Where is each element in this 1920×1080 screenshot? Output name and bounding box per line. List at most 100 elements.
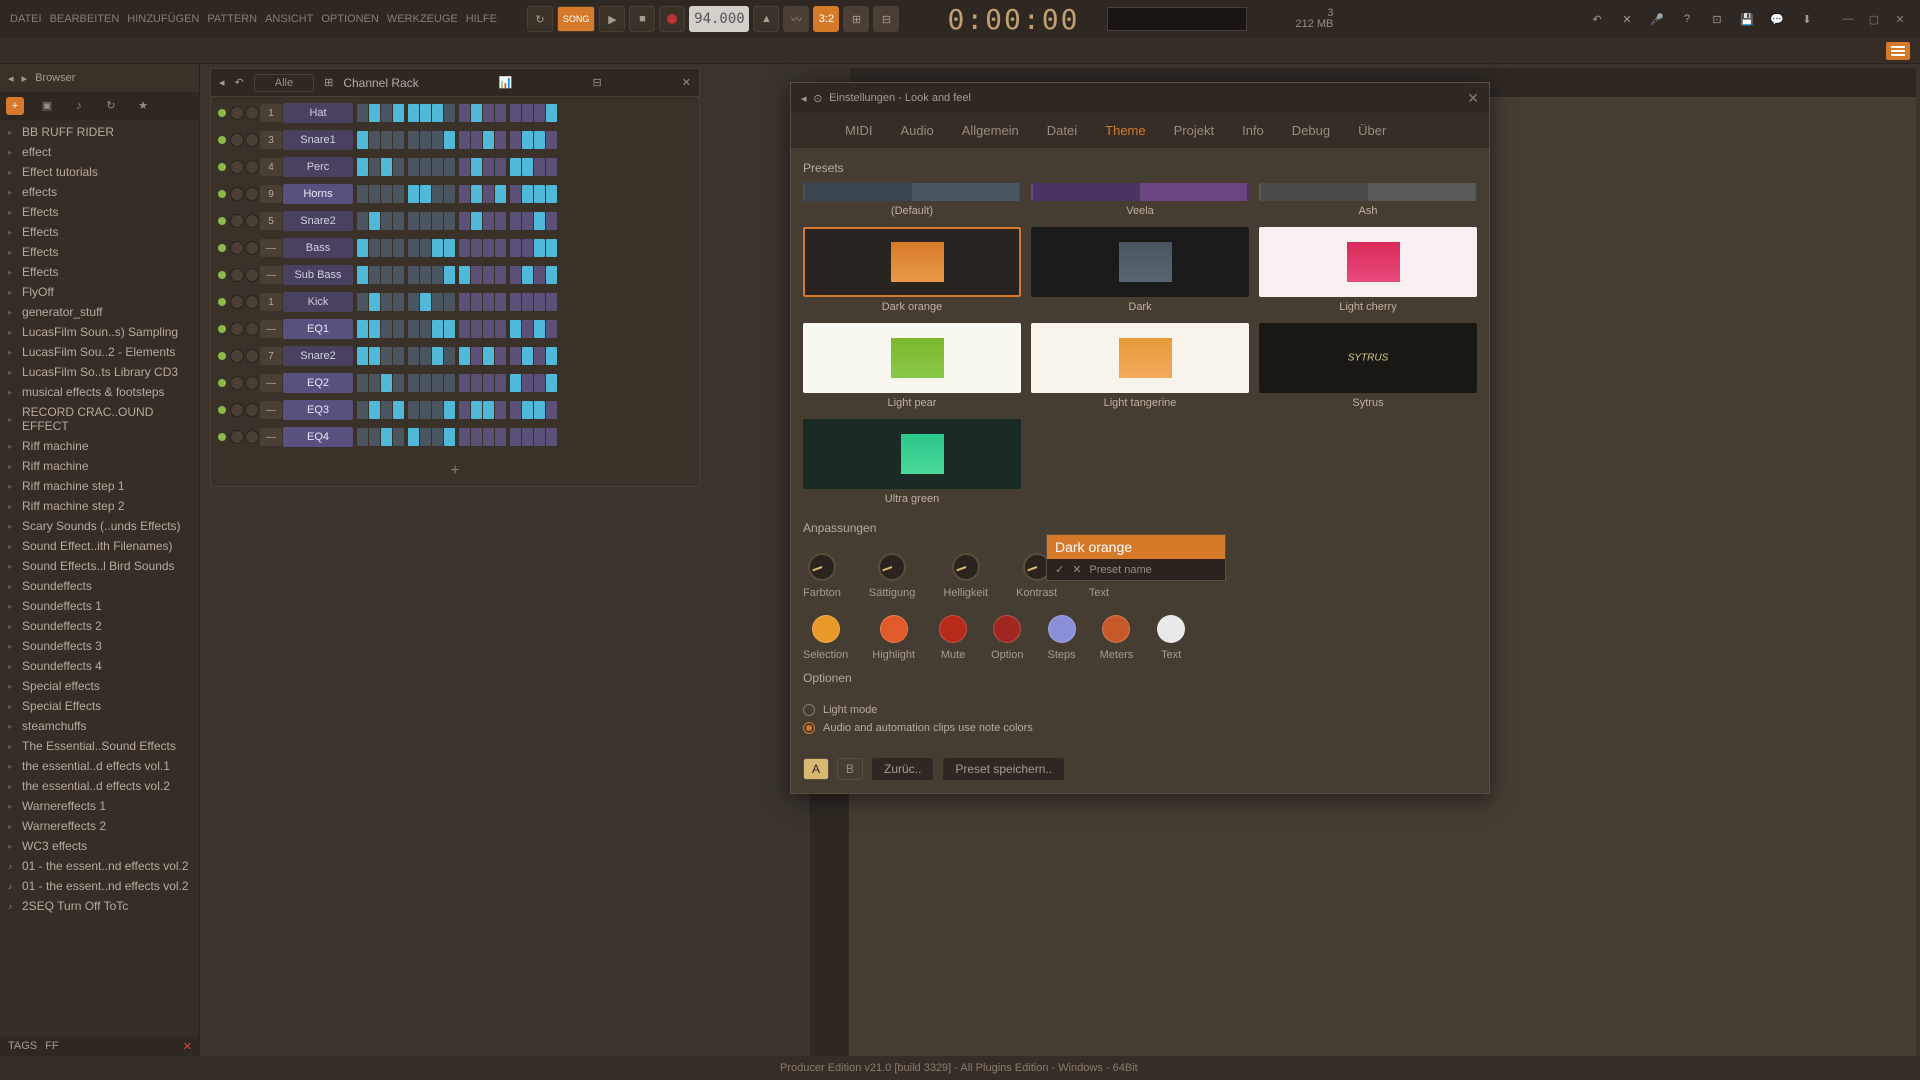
preset-name-input[interactable] [1047, 535, 1225, 559]
step-button[interactable] [381, 158, 392, 176]
step-button[interactable] [381, 347, 392, 365]
settings-tab-projekt[interactable]: Projekt [1160, 113, 1228, 148]
channel-name-button[interactable]: Snare2 [283, 211, 353, 231]
step-button[interactable] [393, 266, 404, 284]
channel-vol-knob[interactable] [245, 160, 259, 174]
settings-tab-über[interactable]: Über [1344, 113, 1400, 148]
step-button[interactable] [546, 131, 557, 149]
step-button[interactable] [510, 347, 521, 365]
step-button[interactable] [483, 212, 494, 230]
step-button[interactable] [432, 401, 443, 419]
undo-button[interactable]: ↶ [1586, 8, 1608, 30]
channel-mixer-track[interactable]: — [260, 428, 282, 446]
step-button[interactable] [357, 131, 368, 149]
adjust-knob-sättigung[interactable] [878, 553, 906, 581]
step-button[interactable] [393, 239, 404, 257]
channel-pan-knob[interactable] [230, 376, 244, 390]
channel-step-sequencer[interactable] [357, 428, 557, 446]
color-swatch-selection[interactable] [812, 615, 840, 643]
maximize-button[interactable]: ▢ [1862, 10, 1886, 28]
channel-pan-knob[interactable] [230, 214, 244, 228]
step-button[interactable] [357, 401, 368, 419]
browser-folder-item[interactable]: LucasFilm Soun..s) Sampling [0, 322, 199, 342]
step-button[interactable] [432, 266, 443, 284]
light-mode-radio[interactable] [803, 704, 815, 716]
step-button[interactable] [495, 212, 506, 230]
step-button[interactable] [381, 212, 392, 230]
step-button[interactable] [444, 374, 455, 392]
menu-hilfe[interactable]: HILFE [464, 11, 499, 27]
step-button[interactable] [510, 104, 521, 122]
browser-folder-item[interactable]: Soundeffects 4 [0, 656, 199, 676]
step-button[interactable] [381, 131, 392, 149]
step-button[interactable] [369, 212, 380, 230]
channel-led[interactable] [218, 352, 226, 360]
step-button[interactable] [444, 320, 455, 338]
step-button[interactable] [459, 428, 470, 446]
channel-step-sequencer[interactable] [357, 104, 557, 122]
step-button[interactable] [408, 185, 419, 203]
step-button[interactable] [408, 104, 419, 122]
dlg-close-button[interactable]: ✕ [1467, 90, 1479, 107]
channel-name-button[interactable]: Sub Bass [283, 265, 353, 285]
step-button[interactable] [369, 401, 380, 419]
channel-led[interactable] [218, 406, 226, 414]
step-button[interactable] [471, 266, 482, 284]
step-button[interactable] [420, 131, 431, 149]
step-button[interactable] [369, 428, 380, 446]
step-button[interactable] [495, 266, 506, 284]
step-button[interactable] [459, 347, 470, 365]
reset-button[interactable]: Zurüc.. [871, 757, 934, 781]
channel-mixer-track[interactable]: 4 [260, 158, 282, 176]
settings-tab-midi[interactable]: MIDI [831, 113, 886, 148]
settings-tab-datei[interactable]: Datei [1033, 113, 1091, 148]
step-button[interactable] [546, 347, 557, 365]
channel-mixer-track[interactable]: 1 [260, 293, 282, 311]
step-button[interactable] [369, 185, 380, 203]
step-button[interactable] [510, 239, 521, 257]
step-button[interactable] [432, 131, 443, 149]
browser-list[interactable]: BB RUFF RIDEReffectEffect tutorialseffec… [0, 120, 199, 1056]
step-button[interactable] [471, 239, 482, 257]
browser-folder-item[interactable]: LucasFilm Sou..2 - Elements [0, 342, 199, 362]
step-button[interactable] [357, 185, 368, 203]
step-button[interactable] [357, 428, 368, 446]
download-icon[interactable]: ⬇ [1796, 8, 1818, 30]
step-button[interactable] [510, 158, 521, 176]
channel-pan-knob[interactable] [230, 403, 244, 417]
step-button[interactable] [420, 401, 431, 419]
step-button[interactable] [459, 293, 470, 311]
step-button[interactable] [495, 185, 506, 203]
step-button[interactable] [534, 374, 545, 392]
step-button[interactable] [471, 158, 482, 176]
preset-ltang[interactable]: Light tangerine [1031, 323, 1249, 409]
step-button[interactable] [381, 401, 392, 419]
step-button[interactable] [369, 239, 380, 257]
browser-refresh-icon[interactable]: ↻ [102, 97, 120, 115]
step-button[interactable] [495, 401, 506, 419]
tools-icon[interactable]: ✕ [1616, 8, 1638, 30]
step-button[interactable] [534, 212, 545, 230]
step-button[interactable] [357, 212, 368, 230]
channel-mixer-track[interactable]: — [260, 239, 282, 257]
channel-vol-knob[interactable] [245, 349, 259, 363]
step-button[interactable] [471, 131, 482, 149]
settings-tab-audio[interactable]: Audio [886, 113, 947, 148]
step-button[interactable] [420, 185, 431, 203]
step-button[interactable] [471, 347, 482, 365]
step-button[interactable] [471, 374, 482, 392]
color-swatch-text[interactable] [1157, 615, 1185, 643]
adjust-knob-helligkeit[interactable] [952, 553, 980, 581]
step-button[interactable] [393, 104, 404, 122]
step-button[interactable] [357, 293, 368, 311]
step-button[interactable] [381, 185, 392, 203]
step-button[interactable] [357, 347, 368, 365]
channel-pan-knob[interactable] [230, 106, 244, 120]
rename-accept-icon[interactable]: ✓ [1055, 563, 1064, 576]
step-button[interactable] [495, 428, 506, 446]
step-button[interactable] [432, 212, 443, 230]
settings-dialog[interactable]: ◂ ⊙ Einstellungen - Look and feel ✕ MIDI… [790, 82, 1490, 794]
channel-pan-knob[interactable] [230, 241, 244, 255]
song-mode-button[interactable]: SONG [557, 6, 596, 32]
settings-tab-theme[interactable]: Theme [1091, 113, 1159, 148]
